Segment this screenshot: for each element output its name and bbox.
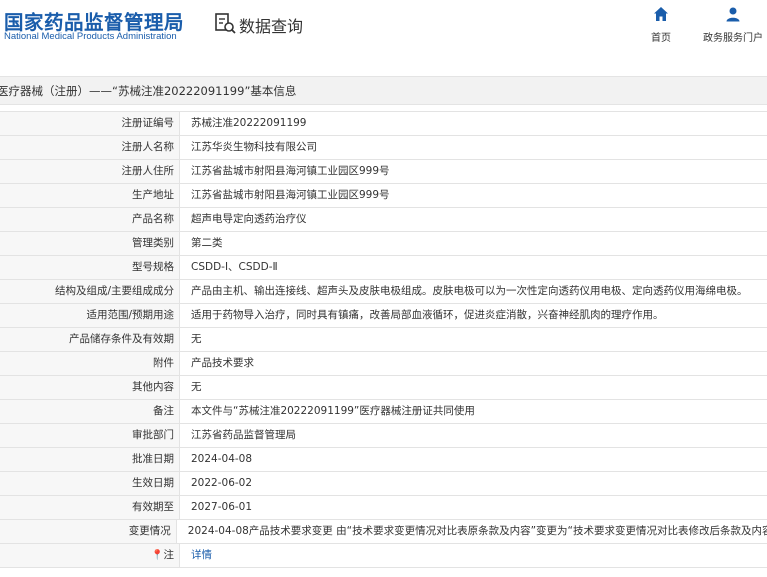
field-label: 批准日期 — [0, 448, 180, 471]
field-value: 2022-06-02 — [191, 477, 253, 489]
field-label: 生效日期 — [0, 472, 180, 495]
table-row: 其他内容 无 — [0, 376, 767, 400]
field-label: 备注 — [0, 400, 180, 423]
table-row: 注册人住所 江苏省盐城市射阳县海河镇工业园区999号 — [0, 160, 767, 184]
table-row: 产品储存条件及有效期 无 — [0, 328, 767, 352]
user-icon — [698, 6, 767, 26]
data-search-icon — [214, 12, 236, 38]
field-value: 无 — [191, 333, 202, 345]
field-value: 产品技术要求 — [191, 357, 254, 369]
table-row: 批准日期 2024-04-08 — [0, 448, 767, 472]
table-row: 注册证编号 苏械注准20222091199 — [0, 112, 767, 136]
home-icon — [626, 6, 696, 26]
table-row: 审批部门 江苏省药品监督管理局 — [0, 424, 767, 448]
data-query-label: 数据查询 — [239, 17, 304, 36]
field-label: 生产地址 — [0, 184, 180, 207]
table-row: 生效日期 2022-06-02 — [0, 472, 767, 496]
field-label: 注册人住所 — [0, 160, 180, 183]
table-row: 变更情况 2024-04-08产品技术要求变更 由“技术要求变更情况对比表原条款… — [0, 520, 767, 544]
data-query-link[interactable]: 数据查询 — [214, 12, 303, 38]
field-label: 结构及组成/主要组成成分 — [0, 280, 180, 303]
table-row: 生产地址 江苏省盐城市射阳县海河镇工业园区999号 — [0, 184, 767, 208]
site-header: 国家药品监督管理局 National Medical Products Admi… — [0, 0, 767, 75]
site-logo-en[interactable]: National Medical Products Administration — [4, 31, 177, 42]
table-row-note: 📍注 详情 — [0, 544, 767, 568]
field-value: 2024-04-08 — [191, 453, 253, 465]
field-label: 附件 — [0, 352, 180, 375]
table-row: 注册人名称 江苏华炎生物科技有限公司 — [0, 136, 767, 160]
note-label-cell: 📍注 — [0, 544, 180, 567]
field-value: 第二类 — [191, 237, 223, 249]
field-value: 2027-06-01 — [191, 501, 253, 513]
detail-table: 注册证编号 苏械注准20222091199 注册人名称 江苏华炎生物科技有限公司… — [0, 111, 767, 568]
nav-gov-services[interactable]: 政务服务门户 — [698, 6, 767, 44]
table-row: 适用范围/预期用途 适用于药物导入治疗，同时具有镇痛，改善局部血液循环，促进炎症… — [0, 304, 767, 328]
details-link[interactable]: 详情 — [191, 549, 212, 561]
field-value: 产品由主机、输出连接线、超声头及皮肤电极组成。皮肤电极可以为一次性定向透药仪用电… — [191, 285, 748, 297]
pin-icon: 📍 — [151, 550, 164, 561]
field-value: 江苏省盐城市射阳县海河镇工业园区999号 — [191, 165, 390, 177]
table-row: 管理类别 第二类 — [0, 232, 767, 256]
field-label: 有效期至 — [0, 496, 180, 519]
note-value-cell: 详情 — [180, 544, 212, 567]
field-label: 注册证编号 — [0, 112, 180, 135]
table-row: 备注 本文件与“苏械注准20222091199”医疗器械注册证共同使用 — [0, 400, 767, 424]
nav-home-label: 首页 — [651, 33, 671, 44]
nav-home[interactable]: 首页 — [626, 6, 696, 44]
field-value: 本文件与“苏械注准20222091199”医疗器械注册证共同使用 — [191, 405, 475, 417]
field-value: 2024-04-08产品技术要求变更 由“技术要求变更情况对比表原条款及内容”变… — [187, 525, 767, 537]
table-row: 产品名称 超声电导定向透药治疗仪 — [0, 208, 767, 232]
field-value: CSDD-Ⅰ、CSDD-Ⅱ — [191, 261, 278, 273]
field-value: 无 — [191, 381, 202, 393]
field-label: 其他内容 — [0, 376, 180, 399]
note-label: 注 — [163, 549, 175, 561]
table-row: 有效期至 2027-06-01 — [0, 496, 767, 520]
table-row: 附件 产品技术要求 — [0, 352, 767, 376]
record-title: 医疗器械（注册）——“苏械注准20222091199”基本信息 — [0, 84, 297, 98]
table-row: 型号规格 CSDD-Ⅰ、CSDD-Ⅱ — [0, 256, 767, 280]
field-value: 超声电导定向透药治疗仪 — [191, 213, 307, 225]
field-label: 管理类别 — [0, 232, 180, 255]
field-value: 苏械注准20222091199 — [191, 117, 307, 129]
field-label: 变更情况 — [0, 520, 177, 543]
field-value: 江苏省药品监督管理局 — [191, 429, 296, 441]
record-title-bar: 医疗器械（注册）——“苏械注准20222091199”基本信息 — [0, 76, 767, 105]
field-value: 江苏省盐城市射阳县海河镇工业园区999号 — [191, 189, 390, 201]
field-label: 适用范围/预期用途 — [0, 304, 180, 327]
field-label: 审批部门 — [0, 424, 180, 447]
field-value: 适用于药物导入治疗，同时具有镇痛，改善局部血液循环，促进炎症消散，兴奋神经肌肉的… — [191, 309, 664, 321]
field-label: 型号规格 — [0, 256, 180, 279]
field-label: 产品名称 — [0, 208, 180, 231]
field-label: 注册人名称 — [0, 136, 180, 159]
nav-gov-services-label: 政务服务门户 — [703, 33, 763, 44]
field-value: 江苏华炎生物科技有限公司 — [191, 141, 317, 153]
table-row: 结构及组成/主要组成成分 产品由主机、输出连接线、超声头及皮肤电极组成。皮肤电极… — [0, 280, 767, 304]
field-label: 产品储存条件及有效期 — [0, 328, 180, 351]
